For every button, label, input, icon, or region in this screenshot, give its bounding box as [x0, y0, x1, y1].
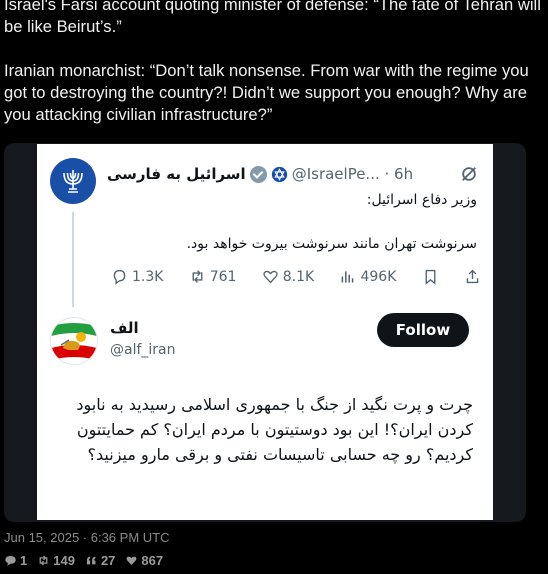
tweet1-handle-time[interactable]: @IsraelPe... · 6h — [292, 165, 413, 183]
retweets-stat[interactable]: 149 — [37, 553, 75, 568]
tweet1-body: سرنوشت تهران مانند سرنوشت بیروت خواهد بو… — [186, 236, 477, 252]
retweet-icon — [39, 555, 48, 566]
quote-icon — [86, 556, 96, 565]
quotes-stat[interactable]: 27 — [85, 553, 115, 568]
views-count: 496K — [360, 268, 397, 285]
thread-connector — [72, 212, 74, 307]
comment-icon — [5, 555, 16, 566]
retweet-count: 761 — [209, 268, 237, 285]
share-action[interactable] — [464, 268, 481, 285]
heart-icon — [126, 556, 137, 566]
follow-button[interactable]: Follow — [377, 313, 469, 347]
post-paragraph-1: Israel's Farsi account quoting minister … — [4, 0, 541, 36]
retweet-icon — [192, 270, 203, 283]
tweet1-display-name[interactable]: اسرائیل به فارسی — [107, 165, 246, 183]
bookmark-icon — [425, 269, 436, 285]
embedded-tweet-screenshot[interactable]: اسرائیل به فارسی @IsraelPe... · 6h وزیر … — [37, 144, 493, 520]
replies-stat[interactable]: 1 — [4, 553, 27, 568]
retweet-action[interactable]: 761 — [189, 268, 237, 285]
tweet2-display-name[interactable]: الف — [110, 319, 139, 337]
post-paragraph-2: Iranian monarchist: “Don’t talk nonsense… — [4, 61, 529, 124]
likes-count: 867 — [141, 553, 164, 568]
menorah-icon — [63, 170, 83, 193]
tweet2-body: چرت و پرت نگید از جنگ با جمهوری اسلامی ر… — [76, 395, 473, 464]
bookmark-action[interactable] — [422, 268, 439, 285]
share-icon — [466, 269, 479, 284]
retweets-count: 149 — [53, 553, 75, 568]
tweet1-header: اسرائیل به فارسی @IsraelPe... · 6h — [107, 165, 413, 183]
post-stats-bar: 1 149 27 867 — [4, 553, 163, 568]
likes-stat[interactable]: 867 — [125, 553, 163, 568]
tweet2-handle[interactable]: @alf_iran — [110, 342, 176, 358]
post-date[interactable]: Jun 15, 2025 · 6:36 PM UTC — [4, 530, 169, 545]
lion-and-sun-icon — [51, 323, 97, 360]
replies-count: 1 — [20, 553, 28, 568]
quotes-count: 27 — [100, 553, 116, 568]
reply-count: 1.3K — [132, 268, 164, 285]
tweet1-action-bar: 1.3K 761 8.1K 496K — [111, 268, 481, 285]
like-action[interactable]: 8.1K — [262, 268, 314, 285]
reply-action[interactable]: 1.3K — [111, 268, 163, 285]
verified-gray-badge-icon — [249, 165, 267, 183]
post-text: Israel's Farsi account quoting minister … — [4, 0, 544, 126]
heart-icon — [263, 270, 278, 284]
tweet1-subheading: وزیر دفاع اسرائیل: — [366, 192, 477, 208]
reply-icon — [113, 269, 126, 285]
israel-emblem-avatar — [50, 158, 96, 204]
lion-and-sun-flag-avatar[interactable] — [50, 317, 98, 365]
views-action[interactable]: 496K — [339, 268, 396, 285]
israel-flag-emblem-icon — [271, 166, 287, 182]
grok-icon[interactable] — [460, 165, 478, 183]
views-icon — [342, 271, 354, 283]
like-count: 8.1K — [282, 268, 315, 285]
